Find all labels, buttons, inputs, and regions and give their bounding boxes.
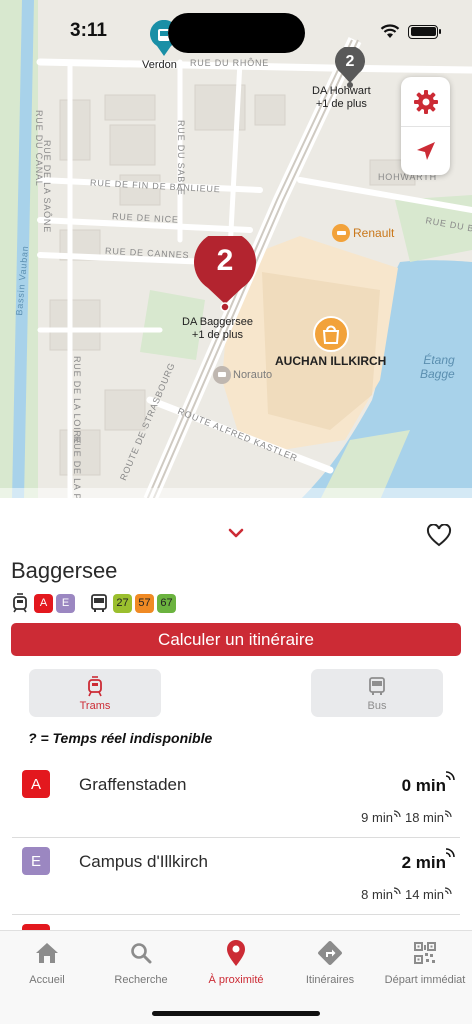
realtime-signal-icon (444, 887, 452, 895)
bus-line-badges: 27 57 67 (113, 593, 179, 613)
realtime-signal-icon (393, 887, 401, 895)
home-icon (36, 943, 58, 963)
water-label: Étang Bagge (420, 353, 455, 381)
stop-lines-row: AE 27 57 67 (11, 592, 179, 614)
tab-depart-immediat[interactable]: Départ immédiat (378, 939, 472, 986)
tab-recherche-label: Recherche (114, 974, 168, 986)
norauto-poi-icon[interactable] (213, 366, 231, 384)
street-label-rue-de-la-loire: RUE DE LA LOIRE (72, 356, 82, 445)
later-departure-time: 18 min (404, 810, 444, 825)
tram-line-badges: AE (34, 593, 78, 613)
bottom-tab-bar: Accueil Recherche À proximité Itinéraire… (0, 930, 472, 1024)
locate-me-button[interactable] (401, 126, 450, 175)
wifi-icon (380, 24, 400, 38)
tram-icon (88, 675, 102, 696)
status-time: 3:11 (70, 20, 107, 41)
tab-depart-immediat-label: Départ immédiat (384, 974, 466, 986)
realtime-signal-icon (444, 810, 452, 818)
later-departures: 9 min 18 min (361, 810, 452, 825)
hohwart-cluster-label[interactable]: DA Hohwart +1 de plus (312, 85, 371, 111)
home-indicator (152, 1011, 320, 1016)
realtime-signal-icon (393, 810, 401, 818)
tram-icon (11, 593, 29, 613)
stop-sheet: Baggersee AE 27 57 67 Calculer un itinér… (0, 498, 472, 938)
favorite-button[interactable] (426, 523, 452, 548)
later-departure-time: 9 min (361, 810, 393, 825)
tab-itineraires[interactable]: Itinéraires (283, 939, 377, 986)
street-label-rue-de-la-saone: RUE DE LA SAÔNE (42, 140, 52, 234)
water-label-line1: Étang (423, 353, 455, 367)
location-pin-icon (227, 940, 245, 966)
hohwart-name: DA Hohwart (312, 85, 371, 97)
tab-trams[interactable]: Trams (29, 669, 161, 717)
line-badge: A (22, 770, 50, 798)
chevron-down-icon (228, 528, 244, 538)
baggersee-more: +1 de plus (191, 329, 243, 341)
map-controls (401, 77, 450, 175)
later-departures: 8 min 14 min (361, 887, 452, 902)
departure-destination: Graffenstaden (79, 775, 187, 794)
app-screen: RUE DU RHÔNE RUE DU CANAL RUE DE LA SAÔN… (0, 0, 472, 1024)
later-departure-time: 8 min (361, 887, 393, 902)
tab-accueil[interactable]: Accueil (0, 939, 94, 986)
location-arrow-icon (416, 142, 435, 160)
next-departure-time: 0 min (401, 776, 446, 795)
settings-button[interactable] (401, 77, 450, 126)
tab-itineraires-label: Itinéraires (305, 974, 355, 986)
tab-accueil-label: Accueil (29, 974, 65, 986)
later-departure-time: 14 min (404, 887, 444, 902)
tab-recherche[interactable]: Recherche (94, 939, 188, 986)
bus-icon (369, 676, 385, 695)
next-departure-time: 2 min (401, 853, 446, 872)
departure-row[interactable]: A Graffenstaden 0 min 9 min 18 min (12, 762, 460, 838)
plan-route-button[interactable]: Calculer un itinéraire (11, 623, 461, 656)
collapse-sheet-button[interactable] (224, 524, 248, 542)
hohwart-more: +1 de plus (315, 98, 367, 110)
line-badge[interactable]: A (34, 593, 53, 613)
hohwart-cluster-count: 2 (345, 53, 355, 70)
tab-trams-label: Trams (79, 699, 111, 712)
street-label-rue-du-rhone: RUE DU RHÔNE (190, 58, 270, 68)
dynamic-island (168, 13, 305, 53)
gear-icon (413, 89, 438, 114)
verdon-stop-label[interactable]: Verdon (142, 59, 177, 72)
departure-destination: Campus d'Illkirch (79, 852, 208, 871)
realtime-note: ? = Temps réel indisponible (28, 730, 213, 746)
tab-a-proximite-label: À proximité (208, 974, 264, 986)
realtime-signal-icon (445, 848, 455, 858)
map-view[interactable]: RUE DU RHÔNE RUE DU CANAL RUE DE LA SAÔN… (0, 0, 472, 500)
realtime-signal-icon (445, 771, 455, 781)
qr-code-icon (414, 942, 436, 964)
baggersee-name: DA Baggersee (182, 316, 253, 328)
renault-poi-label[interactable]: Renault (353, 226, 394, 240)
line-badge: E (22, 847, 50, 875)
line-badge[interactable]: E (56, 593, 75, 613)
norauto-poi-label[interactable]: Norauto (233, 369, 272, 381)
line-badge[interactable]: 67 (157, 593, 176, 613)
departure-row[interactable]: E Campus d'Illkirch 2 min 8 min 14 min (12, 839, 460, 915)
line-badge[interactable]: 27 (113, 593, 132, 613)
stop-name: Baggersee (11, 558, 118, 583)
renault-poi-icon[interactable] (332, 224, 350, 242)
street-label-rue-de-la-plaine: RUE DE LA PLAINE (72, 436, 82, 500)
tab-bus-label: Bus (367, 699, 387, 712)
baggersee-cluster-label[interactable]: DA Baggersee +1 de plus (182, 316, 253, 342)
heart-outline-icon (426, 523, 452, 547)
status-icons (380, 24, 441, 39)
bus-icon (90, 593, 108, 613)
tab-a-proximite[interactable]: À proximité (189, 939, 283, 986)
shopping-bag-icon[interactable] (313, 316, 349, 352)
baggersee-cluster-count: 2 (216, 244, 234, 277)
water-label-line2: Bagge (420, 367, 455, 381)
battery-icon (408, 24, 441, 39)
baggersee-cluster-marker[interactable]: 2 (193, 231, 257, 319)
tab-bus[interactable]: Bus (311, 669, 443, 717)
search-icon (131, 943, 152, 964)
directions-icon (318, 941, 342, 965)
auchan-poi-label[interactable]: AUCHAN ILLKIRCH (275, 354, 386, 368)
line-badge[interactable]: 57 (135, 593, 154, 613)
